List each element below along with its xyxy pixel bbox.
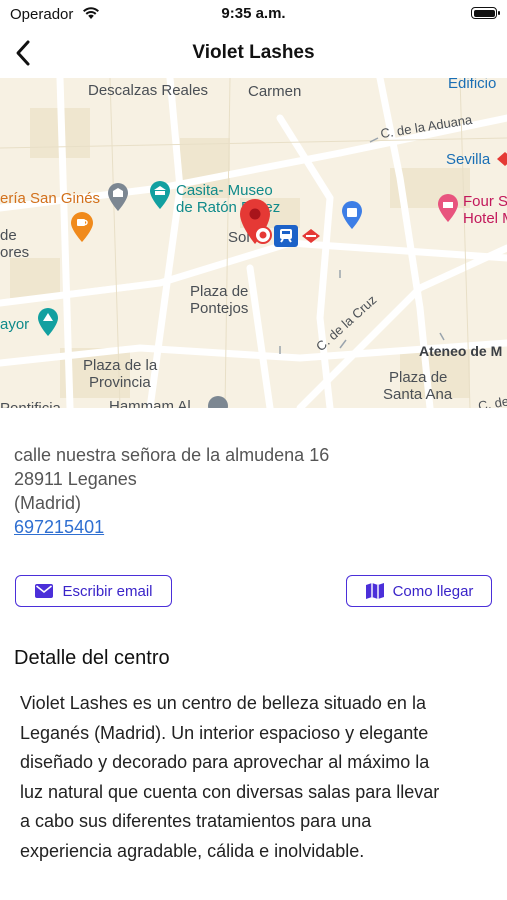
navigation-bar: Violet Lashes: [0, 30, 507, 76]
spa-icon: [208, 396, 228, 408]
park-icon: [38, 308, 58, 336]
cafe-icon: [71, 212, 93, 242]
map-label: Ateneo de M: [419, 343, 503, 359]
page-title: Violet Lashes: [192, 42, 315, 63]
museum-icon: [150, 181, 170, 209]
shopping-icon: [342, 201, 362, 229]
map-label: Pontejos: [190, 300, 249, 317]
description-text: Violet Lashes es un centro de belleza si…: [20, 689, 490, 866]
map-label: Plaza de la: [83, 357, 158, 374]
address-region: (Madrid): [14, 493, 82, 513]
address-city: 28911 Leganes: [14, 469, 137, 489]
map-label: Edificio: [448, 78, 497, 92]
description-line: experiencia agradable, cálida e inolvida…: [20, 840, 365, 861]
map-label: Four S: [463, 193, 507, 210]
email-button-label: Escribir email: [62, 582, 153, 600]
map-label: Hammam Al: [109, 398, 191, 408]
clock: 9:35 a.m.: [221, 5, 286, 22]
map-label: Pontificia: [0, 400, 61, 408]
directions-button-label: Como llegar: [392, 582, 474, 600]
directions-button[interactable]: Como llegar: [346, 575, 492, 607]
map-icon: [365, 583, 384, 599]
description-line: diseñado y decorado para aprovechar al m…: [20, 752, 430, 772]
email-button[interactable]: Escribir email: [15, 575, 172, 607]
status-bar: Operador 9:35 a.m.: [0, 0, 507, 28]
hotel-icon: [438, 194, 458, 222]
details-heading: Detalle del centro: [14, 647, 170, 669]
transit-marker-icon: [254, 226, 272, 244]
description-line: Leganés (Madrid). Un interior espacioso …: [20, 722, 429, 743]
map-label: ería San Ginés: [0, 190, 101, 207]
map-label: ayor: [0, 316, 30, 333]
phone-link[interactable]: 697215401: [14, 515, 329, 539]
metro-icon: [274, 225, 298, 247]
map-label: Hotel M: [463, 210, 507, 227]
location-map[interactable]: Edificio Descalzas Reales Carmen C. de l…: [0, 78, 507, 408]
map-label: de: [0, 227, 17, 244]
map-label: Sevilla: [446, 151, 491, 168]
description-line: luz natural que cuenta con diversas sala…: [20, 781, 440, 802]
description-line: a cabo sus diferentes tratamientos para …: [20, 811, 372, 831]
map-label: Descalzas Reales: [88, 82, 209, 99]
address-block: calle nuestra señora de la almudena 16 2…: [14, 443, 329, 539]
battery-icon: [471, 7, 500, 19]
map-label: Plaza de: [190, 283, 249, 300]
rail-icon: [497, 152, 507, 166]
envelope-icon: [35, 584, 54, 598]
address-street: calle nuestra señora de la almudena 16: [14, 445, 330, 465]
map-label: Santa Ana: [383, 386, 453, 403]
building-icon: [108, 183, 128, 211]
map-label: Carmen: [248, 83, 302, 100]
description-line: Violet Lashes es un centro de belleza si…: [20, 693, 426, 713]
map-label: Provincia: [89, 374, 151, 391]
rail-icon: [302, 229, 320, 243]
map-label: ores: [0, 244, 30, 261]
map-label: Plaza de: [389, 369, 448, 386]
